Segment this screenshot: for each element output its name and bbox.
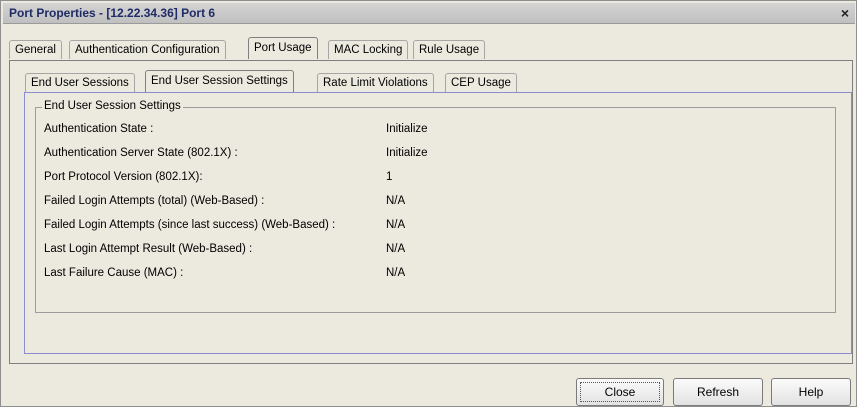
tab-end-user-session-settings[interactable]: End User Session Settings <box>145 70 294 92</box>
tab-rate-limit-violations[interactable]: Rate Limit Violations <box>317 73 434 92</box>
tab-authentication-configuration[interactable]: Authentication Configuration <box>69 40 226 59</box>
field-value: 1 <box>386 171 393 183</box>
session-settings-panel: End User Session Settings Authentication… <box>24 92 852 354</box>
field-value: N/A <box>386 219 406 231</box>
field-value: N/A <box>386 195 406 207</box>
tab-end-user-sessions[interactable]: End User Sessions <box>25 73 135 92</box>
help-button[interactable]: Help <box>771 378 851 406</box>
refresh-button[interactable]: Refresh <box>673 378 763 406</box>
tab-general[interactable]: General <box>9 40 62 59</box>
group-title: End User Session Settings <box>42 100 183 112</box>
tab-rule-usage[interactable]: Rule Usage <box>413 40 486 59</box>
field-value: N/A <box>386 243 406 255</box>
tab-port-usage[interactable]: Port Usage <box>248 37 318 59</box>
close-icon[interactable]: × <box>841 5 849 21</box>
tab-cep-usage[interactable]: CEP Usage <box>445 73 517 92</box>
field-value: Initialize <box>386 147 428 159</box>
field-value: N/A <box>386 267 406 279</box>
title-bar[interactable]: Port Properties - [12.22.34.36] Port 6 × <box>3 3 855 24</box>
field-label: Authentication Server State (802.1X) : <box>44 147 238 159</box>
port-properties-window: Port Properties - [12.22.34.36] Port 6 ×… <box>0 0 857 407</box>
close-button[interactable]: Close <box>576 378 664 406</box>
field-label: Port Protocol Version (802.1X): <box>44 171 203 183</box>
field-label: Failed Login Attempts (since last succes… <box>44 219 336 231</box>
field-label: Last Failure Cause (MAC) : <box>44 267 184 279</box>
field-value: Initialize <box>386 123 428 135</box>
session-settings-group: End User Session Settings Authentication… <box>35 100 836 313</box>
window-title: Port Properties - [12.22.34.36] Port 6 <box>9 6 216 20</box>
close-button-label: Close <box>580 382 660 402</box>
field-label: Last Login Attempt Result (Web-Based) : <box>44 243 253 255</box>
tab-mac-locking[interactable]: MAC Locking <box>328 40 409 59</box>
field-label: Failed Login Attempts (total) (Web-Based… <box>44 195 265 207</box>
field-label: Authentication State : <box>44 123 154 135</box>
